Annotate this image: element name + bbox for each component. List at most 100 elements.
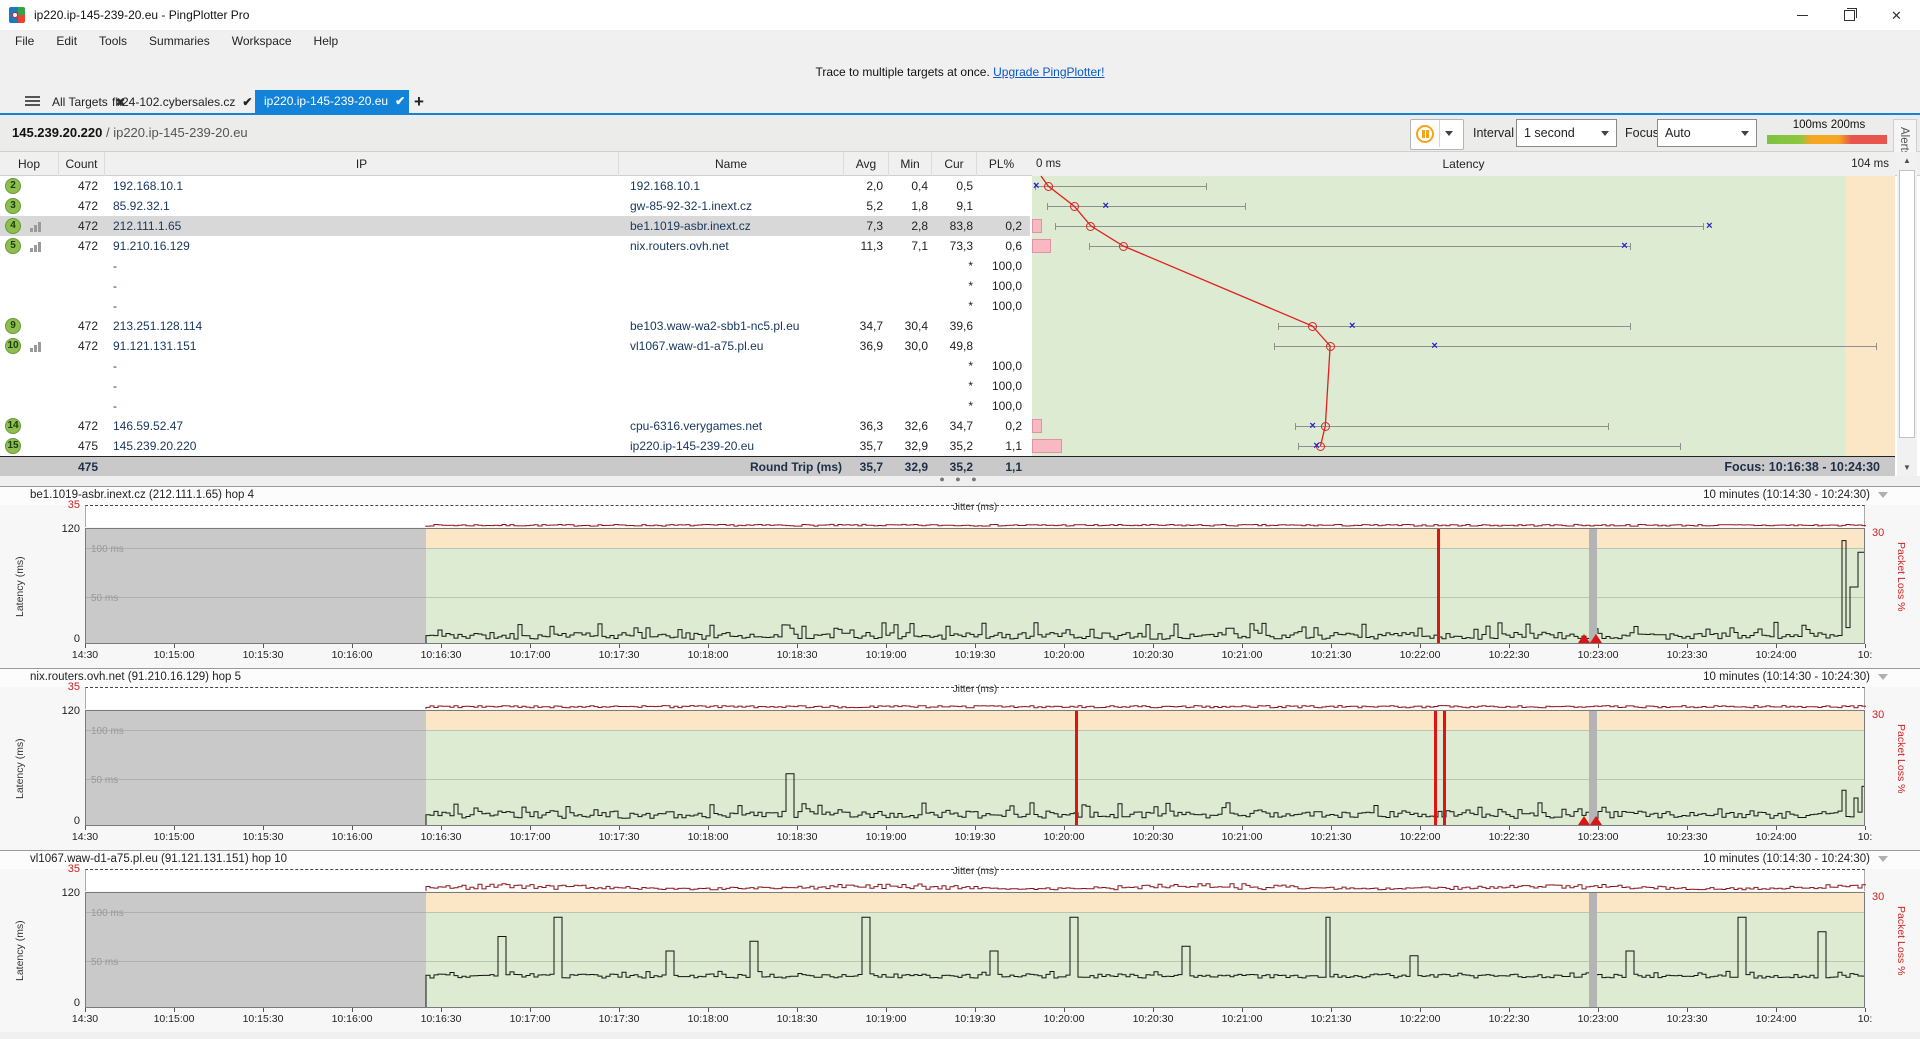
timeline-chart-icon[interactable] <box>30 221 42 232</box>
cell-count: 472 <box>58 316 98 336</box>
scrollbar-thumb[interactable] <box>1899 170 1915 438</box>
x-tick <box>174 1008 175 1012</box>
timeline-range-label[interactable]: 10 minutes (10:14:30 - 10:24:30) <box>1703 489 1870 501</box>
chevron-down-icon[interactable] <box>1878 492 1888 498</box>
cell-avg: 35,7 <box>843 436 883 456</box>
trace-row-missing[interactable]: -*100,0 <box>0 276 1030 296</box>
cell-count: 475 <box>58 436 98 456</box>
interval-select[interactable]: 1 second <box>1516 119 1617 147</box>
x-tick <box>1420 1008 1421 1012</box>
chevron-down-icon[interactable] <box>1878 674 1888 680</box>
timeline-chart-icon[interactable] <box>30 241 42 252</box>
cell-min: 30,4 <box>888 316 928 336</box>
cell-ip: 146.59.52.47 <box>113 416 533 436</box>
menu-summaries[interactable]: Summaries <box>138 30 221 53</box>
pane-splitter[interactable]: ● ● ● <box>0 476 1920 486</box>
pause-icon[interactable] <box>1416 125 1434 143</box>
focus-select[interactable]: Auto <box>1657 119 1757 147</box>
column-header-ip[interactable]: IP <box>104 152 618 176</box>
cell-cur: 83,8 <box>931 216 973 236</box>
trace-row-hop-9[interactable]: 9472213.251.128.114be103.waw-wa2-sbb1-nc… <box>0 316 1030 336</box>
chevron-down-icon[interactable] <box>1878 856 1888 862</box>
packet-loss-max-label: 30 <box>1872 891 1884 903</box>
packet-loss-event-line <box>1443 711 1446 826</box>
trace-row-hop-4[interactable]: 4472212.111.1.65be1.1019-asbr.inext.cz7,… <box>0 216 1030 236</box>
tab-ip220-active[interactable]: ip220.ip-145-239-20.eu✔ <box>255 90 409 113</box>
x-tick <box>1420 826 1421 830</box>
avg-latency-dot <box>1086 222 1095 231</box>
maximize-restore-button[interactable] <box>1826 0 1873 30</box>
minimize-button[interactable] <box>1779 0 1826 30</box>
latency-timeline-plot[interactable]: 100 ms50 ms <box>85 892 1865 1008</box>
trace-row-hop-3[interactable]: 347285.92.32.1gw-85-92-32-1.inext.cz5,21… <box>0 196 1030 216</box>
trace-row-missing[interactable]: -*100,0 <box>0 296 1030 316</box>
column-header-pl[interactable]: PL% <box>976 152 1026 176</box>
cell-cur: * <box>931 396 973 416</box>
x-tick <box>85 644 86 648</box>
latency-timeline-plot[interactable]: 100 ms50 ms <box>85 710 1865 826</box>
minimize-icon <box>1797 15 1808 16</box>
timeline-panel-hop[interactable]: be1.1019-asbr.inext.cz (212.111.1.65) ho… <box>0 486 1920 668</box>
packet-loss-axis-label: Packet Loss % <box>1895 542 1907 637</box>
cell-avg: 7,3 <box>843 216 883 236</box>
upgrade-link[interactable]: Upgrade PingPlotter! <box>993 65 1104 79</box>
latency-timeline-plot[interactable]: 100 ms50 ms <box>85 528 1865 644</box>
hop-number-badge: 10 <box>5 338 21 354</box>
trace-row-hop-10[interactable]: 1047291.121.131.151vl1067.waw-d1-a75.pl.… <box>0 336 1030 356</box>
x-tick-label: 10:15:00 <box>139 1013 209 1025</box>
timeline-range-label[interactable]: 10 minutes (10:14:30 - 10:24:30) <box>1703 853 1870 865</box>
close-button[interactable]: ✕ <box>1873 0 1920 30</box>
trace-scrollbar[interactable]: ▲ ▼ <box>1897 152 1917 476</box>
menu-edit[interactable]: Edit <box>45 30 88 53</box>
cell-min: 0,4 <box>888 176 928 196</box>
tab-list-menu-icon[interactable] <box>25 96 40 108</box>
column-header-min[interactable]: Min <box>888 152 931 176</box>
trace-row-missing[interactable]: -*100,0 <box>0 396 1030 416</box>
trace-row-missing[interactable]: -*100,0 <box>0 356 1030 376</box>
round-trip-row[interactable]: 475 Round Trip (ms) 35,7 32,9 35,2 1,1 F… <box>0 456 1895 476</box>
x-tick <box>174 644 175 648</box>
tab-fh24-102[interactable]: fh24-102.cybersales.cz✔ <box>112 92 252 113</box>
column-header-hop[interactable]: Hop <box>0 152 58 176</box>
cell-ip: 212.111.1.65 <box>113 216 533 236</box>
x-tick <box>708 644 709 648</box>
cell-ip: 91.121.131.151 <box>113 336 533 356</box>
new-tab-button[interactable]: + <box>414 91 424 112</box>
trace-row-hop-15[interactable]: 15475145.239.20.220ip220.ip-145-239-20.e… <box>0 436 1030 456</box>
x-tick <box>530 1008 531 1012</box>
menu-workspace[interactable]: Workspace <box>221 30 303 53</box>
alert-marker-icon <box>1578 634 1590 643</box>
column-header-cur[interactable]: Cur <box>931 152 976 176</box>
x-tick-label: 10:16:00 <box>317 649 387 661</box>
scroll-up-icon[interactable]: ▲ <box>1897 152 1917 169</box>
column-header-avg[interactable]: Avg <box>843 152 888 176</box>
trace-row-missing[interactable]: -*100,0 <box>0 256 1030 276</box>
banner-message: Trace to multiple targets at once. <box>815 65 993 79</box>
pause-dropdown-icon[interactable] <box>1445 131 1453 136</box>
timeline-chart-icon[interactable] <box>30 341 42 352</box>
menu-tools[interactable]: Tools <box>88 30 138 53</box>
trace-row-hop-14[interactable]: 14472146.59.52.47cpu-6316.verygames.net3… <box>0 416 1030 436</box>
column-header-count[interactable]: Count <box>58 152 104 176</box>
jitter-max-label: 35 <box>60 863 80 875</box>
menu-file[interactable]: File <box>4 30 45 53</box>
trace-row-missing[interactable]: -*100,0 <box>0 376 1030 396</box>
x-tick-label: 14:30 <box>50 831 120 843</box>
x-tick-label: 10:23:00 <box>1563 649 1633 661</box>
column-header-name[interactable]: Name <box>618 152 843 176</box>
timeline-panel-hop[interactable]: nix.routers.ovh.net (91.210.16.129) hop … <box>0 668 1920 850</box>
cell-name: ip220.ip-145-239-20.eu <box>630 436 842 456</box>
timeline-panel-hop[interactable]: vl1067.waw-d1-a75.pl.eu (91.121.131.151)… <box>0 850 1920 1032</box>
x-tick-label: 10:15:30 <box>228 649 298 661</box>
yaxis-max-label: 120 <box>48 887 80 899</box>
interval-label: Interval <box>1473 126 1514 140</box>
x-tick-label: 10:20:00 <box>1029 1013 1099 1025</box>
x-tick-label: 10:15:00 <box>139 649 209 661</box>
trace-row-hop-2[interactable]: 2472192.168.10.1192.168.10.12,00,40,5 <box>0 176 1030 196</box>
trace-row-hop-5[interactable]: 547291.210.16.129nix.routers.ovh.net11,3… <box>0 236 1030 256</box>
menu-help[interactable]: Help <box>303 30 350 53</box>
cell-pl: 100,0 <box>976 256 1022 276</box>
hop-number-badge: 9 <box>5 318 21 334</box>
cell-pl: 1,1 <box>976 436 1022 456</box>
timeline-range-label[interactable]: 10 minutes (10:14:30 - 10:24:30) <box>1703 671 1870 683</box>
